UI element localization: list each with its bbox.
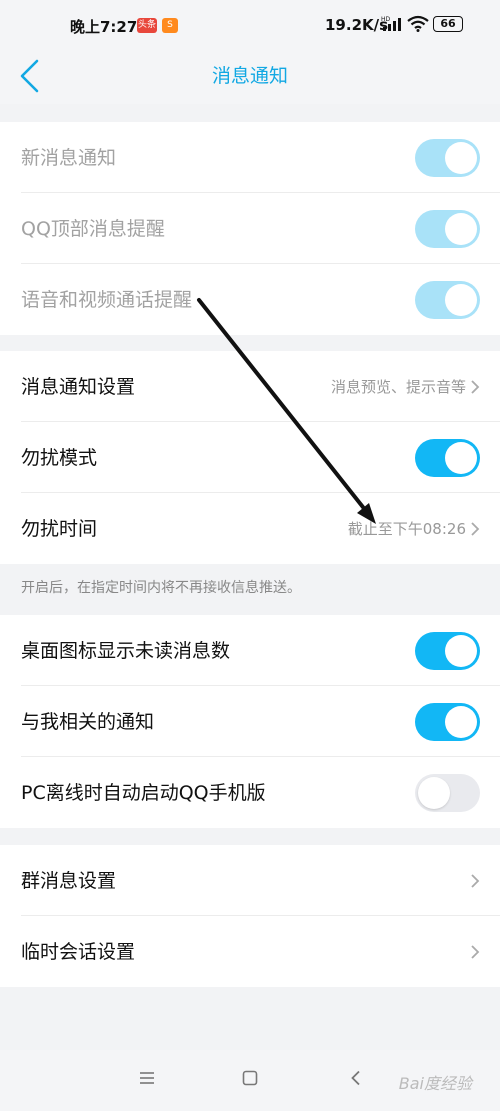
row-label: 临时会话设置 xyxy=(21,941,136,963)
dnd-mode-toggle[interactable] xyxy=(415,439,480,477)
dnd-time-row[interactable]: 勿扰时间 截止至下午08:26 xyxy=(0,493,500,564)
row-label: 语音和视频通话提醒 xyxy=(21,289,193,311)
new-message-notify-row: 新消息通知 xyxy=(0,122,500,193)
voice-video-notify-toggle[interactable] xyxy=(415,281,480,319)
row-label: 群消息设置 xyxy=(21,870,117,892)
related-notify-toggle[interactable] xyxy=(415,703,480,741)
back-nav-icon[interactable] xyxy=(348,1070,364,1086)
toggle-knob xyxy=(445,284,477,316)
toggle-knob xyxy=(445,142,477,174)
chevron-right-icon xyxy=(471,874,480,888)
toggle-knob xyxy=(445,706,477,738)
temp-session-settings-row[interactable]: 临时会话设置 xyxy=(0,916,500,987)
menu-icon[interactable] xyxy=(139,1070,155,1086)
page-title: 消息通知 xyxy=(211,65,288,87)
row-label: PC离线时自动启动QQ手机版 xyxy=(21,782,266,804)
voice-video-notify-row: 语音和视频通话提醒 xyxy=(0,264,500,335)
signal-icon: HD xyxy=(381,16,401,31)
chevron-right-icon xyxy=(471,522,480,536)
dnd-hint-text: 开启后，在指定时间内将不再接收信息推送。 xyxy=(21,580,301,596)
row-label: 消息通知设置 xyxy=(21,376,136,398)
system-nav-bar: Bai度经验 xyxy=(0,1050,500,1111)
toggle-knob xyxy=(445,442,477,474)
row-label: 勿扰模式 xyxy=(21,447,98,469)
pc-offline-autostart-row: PC离线时自动启动QQ手机版 xyxy=(0,757,500,828)
toggle-knob xyxy=(445,635,477,667)
group-message-settings-row[interactable]: 群消息设置 xyxy=(0,845,500,916)
row-label: 桌面图标显示未读消息数 xyxy=(21,640,231,662)
svg-text:HD: HD xyxy=(381,16,391,23)
qq-top-notify-row: QQ顶部消息提醒 xyxy=(0,193,500,264)
unread-badge-toggle[interactable] xyxy=(415,632,480,670)
notify-settings-row[interactable]: 消息通知设置 消息预览、提示音等 xyxy=(0,351,500,422)
watermark-logo: Bai度经验 xyxy=(398,1074,472,1093)
chevron-right-icon xyxy=(471,945,480,959)
row-label: 勿扰时间 xyxy=(21,518,98,540)
dnd-mode-row: 勿扰模式 xyxy=(0,422,500,493)
new-message-notify-toggle[interactable] xyxy=(415,139,480,177)
app-notification-icon: S xyxy=(162,18,178,33)
row-value: 截止至下午08:26 xyxy=(347,520,466,538)
battery-icon: 66 xyxy=(433,16,463,32)
news-app-icon: 头条 xyxy=(137,18,157,33)
row-label: 与我相关的通知 xyxy=(21,711,155,733)
row-label: QQ顶部消息提醒 xyxy=(21,218,165,240)
pc-offline-autostart-toggle[interactable] xyxy=(415,774,480,812)
unread-badge-row: 桌面图标显示未读消息数 xyxy=(0,615,500,686)
chevron-right-icon xyxy=(471,380,480,394)
row-value: 消息预览、提示音等 xyxy=(330,378,466,396)
qq-top-notify-toggle[interactable] xyxy=(415,210,480,248)
toggle-knob xyxy=(445,213,477,245)
toggle-knob xyxy=(418,777,450,809)
row-label: 新消息通知 xyxy=(21,147,117,169)
related-notify-row: 与我相关的通知 xyxy=(0,686,500,757)
nav-bar: 消息通知 xyxy=(0,44,500,104)
status-time: 晚上7:27 xyxy=(70,18,138,36)
home-icon[interactable] xyxy=(242,1070,258,1086)
status-bar: 晚上7:27 头条 S 19.2K/s HD 66 xyxy=(0,0,500,44)
wifi-icon xyxy=(407,15,429,32)
network-speed: 19.2K/s xyxy=(325,16,389,34)
